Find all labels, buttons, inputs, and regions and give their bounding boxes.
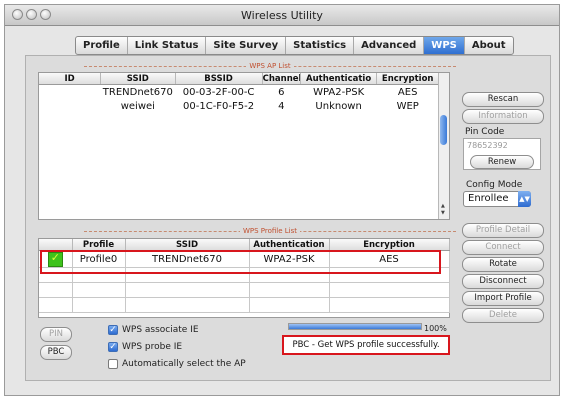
tab-profile[interactable]: Profile: [76, 37, 128, 54]
ap-bssid: 00-03-2F-00-C: [182, 86, 255, 98]
table-row[interactable]: TRENDnet670 00-03-2F-00-C 6 WPA2-PSK AES: [39, 85, 439, 100]
pin-button[interactable]: PIN: [40, 327, 72, 342]
auto-select-ap-checkbox[interactable]: [108, 359, 118, 369]
config-mode-select[interactable]: Enrollee ▲▼: [463, 191, 531, 207]
ap-list-header: ID SSID BSSID Channel Authenticatio Encr…: [39, 73, 439, 85]
ap-bssid: 00-1C-F0-F5-2: [183, 100, 255, 112]
ap-enc: WEP: [396, 100, 419, 112]
title-bar: Wireless Utility: [5, 5, 559, 26]
wps-associate-ie-label: WPS associate IE: [122, 325, 199, 335]
col-ssid[interactable]: SSID: [125, 239, 250, 251]
col-authentication[interactable]: Authentication: [249, 239, 330, 251]
disconnect-button[interactable]: Disconnect: [462, 274, 544, 289]
ap-auth: Unknown: [315, 100, 362, 112]
scroll-up-arrow-icon[interactable]: ▲: [441, 203, 445, 209]
window-title: Wireless Utility: [241, 9, 323, 22]
pin-code-value: 78652392: [467, 141, 508, 150]
table-row[interactable]: weiwei 00-1C-F0-F5-2 4 Unknown WEP: [39, 99, 439, 113]
ap-id: [39, 85, 101, 100]
import-profile-button[interactable]: Import Profile: [462, 291, 544, 306]
table-row[interactable]: [39, 282, 450, 298]
tab-wps[interactable]: WPS: [424, 37, 465, 54]
ap-enc: AES: [397, 86, 418, 98]
connect-button[interactable]: Connect: [462, 240, 544, 255]
config-mode-value: Enrollee: [468, 193, 509, 204]
wps-probe-ie-label: WPS probe IE: [122, 342, 183, 352]
table-row[interactable]: [39, 297, 450, 313]
pin-code-label: Pin Code: [465, 127, 505, 137]
profile-row-highlight: [40, 250, 441, 274]
col-authentication[interactable]: Authenticatio: [300, 73, 378, 85]
auto-select-ap-label: Automatically select the AP: [122, 359, 246, 369]
tab-statistics[interactable]: Statistics: [286, 37, 355, 54]
col-id[interactable]: ID: [39, 73, 102, 85]
col-bssid[interactable]: BSSID: [175, 73, 263, 85]
col-profile[interactable]: Profile: [72, 239, 126, 251]
col-channel[interactable]: Channel: [262, 73, 301, 85]
tab-advanced[interactable]: Advanced: [354, 37, 425, 54]
col-encryption[interactable]: Encryption: [376, 73, 439, 85]
wps-ap-list[interactable]: ID SSID BSSID Channel Authenticatio Encr…: [38, 72, 450, 220]
rotate-button[interactable]: Rotate: [462, 257, 544, 272]
wps-ap-list-heading: WPS AP List: [64, 62, 476, 71]
wps-associate-ie-checkbox[interactable]: ✓: [108, 325, 118, 335]
ap-channel: 6: [278, 86, 285, 98]
pbc-button[interactable]: PBC: [40, 345, 72, 360]
tab-site-survey[interactable]: Site Survey: [206, 37, 287, 54]
wps-panel: WPS AP List ID SSID BSSID Channel Authen…: [25, 55, 551, 381]
status-message-box: PBC - Get WPS profile successfully.: [282, 335, 450, 355]
ap-channel: 4: [278, 100, 285, 112]
delete-button[interactable]: Delete: [462, 308, 544, 323]
ap-id: [39, 99, 101, 113]
tab-link-status[interactable]: Link Status: [128, 37, 207, 54]
progress-fill: [289, 324, 421, 329]
wps-profile-list-heading: WPS Profile List: [64, 227, 476, 236]
col-encryption[interactable]: Encryption: [329, 239, 450, 251]
wps-probe-ie-checkbox[interactable]: ✓: [108, 342, 118, 352]
tab-about[interactable]: About: [465, 37, 513, 54]
rescan-button[interactable]: Rescan: [462, 92, 544, 107]
information-button[interactable]: Information: [462, 109, 544, 124]
ap-ssid: TRENDnet670: [102, 86, 173, 98]
tab-bar: Profile Link Status Site Survey Statisti…: [75, 36, 514, 55]
wps-progress-bar: [288, 323, 422, 330]
status-message: PBC - Get WPS profile successfully.: [292, 340, 440, 350]
wireless-utility-window: Wireless Utility Profile Link Status Sit…: [4, 4, 560, 396]
scrollbar-thumb[interactable]: [440, 115, 447, 145]
col-status[interactable]: [39, 239, 73, 251]
config-mode-label: Config Mode: [466, 180, 523, 190]
scroll-down-arrow-icon[interactable]: ▼: [441, 210, 445, 216]
profile-list-header: Profile SSID Authentication Encryption: [39, 239, 450, 251]
progress-percent: 100%: [424, 324, 447, 333]
ap-list-scrollbar[interactable]: ▲ ▼: [438, 73, 449, 219]
col-ssid[interactable]: SSID: [100, 73, 176, 85]
renew-button[interactable]: Renew: [470, 155, 534, 169]
dropdown-arrow-icon[interactable]: ▲▼: [518, 191, 531, 207]
ap-auth: WPA2-PSK: [313, 86, 365, 98]
ap-ssid: weiwei: [120, 100, 155, 112]
